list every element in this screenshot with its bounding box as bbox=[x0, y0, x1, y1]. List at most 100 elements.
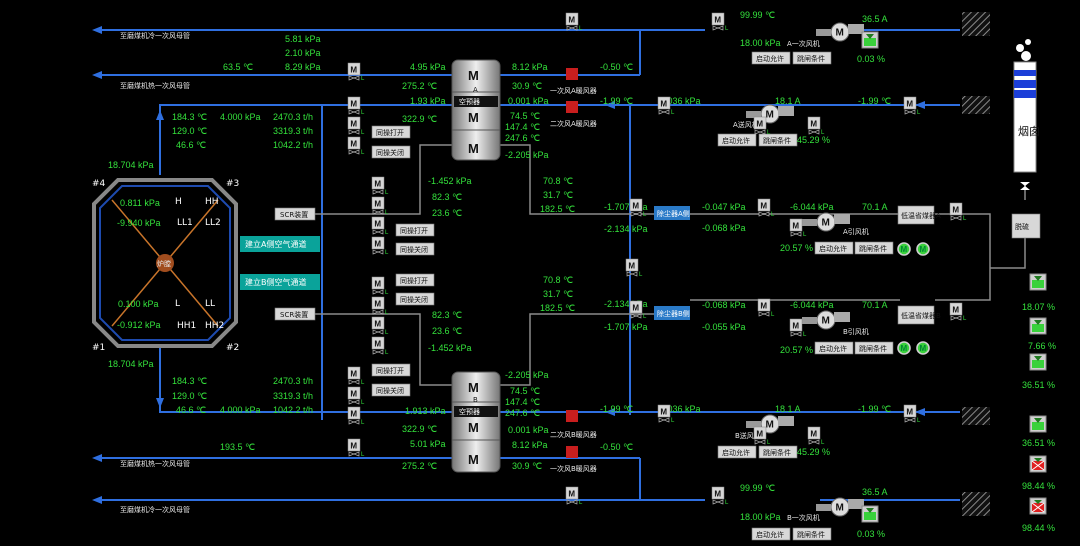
start-allow-button[interactable]: 启动允许 bbox=[751, 51, 791, 65]
value: -1.99 ℃ bbox=[858, 404, 891, 414]
aph-motor-label: M bbox=[468, 68, 479, 83]
start-allow-button[interactable]: 启动允许 bbox=[717, 133, 757, 147]
value: 0.03 % bbox=[857, 54, 885, 64]
svg-text:建立A侧空气通道: 建立A侧空气通道 bbox=[245, 239, 306, 249]
status-ok-icon[interactable] bbox=[1029, 415, 1047, 433]
svg-text:跳闸条件: 跳闸条件 bbox=[859, 244, 887, 253]
value: 7.66 % bbox=[1028, 341, 1056, 351]
aph-name: 空预器 bbox=[459, 97, 480, 106]
value: 82.3 ℃ bbox=[432, 192, 462, 202]
start-allow-button[interactable]: 启动允许 bbox=[814, 241, 854, 255]
value: 1042.2 t/h bbox=[273, 140, 313, 150]
value: 2470.3 t/h bbox=[273, 112, 313, 122]
chimney-label: 烟囱 bbox=[1018, 124, 1040, 138]
level-label: HH bbox=[205, 197, 219, 207]
scr-b-button[interactable]: SCR装置 bbox=[274, 307, 316, 321]
value: 8.12 kPa bbox=[512, 62, 548, 72]
gate-open-button[interactable]: 同操打开 bbox=[395, 223, 435, 237]
svg-text:同操打开: 同操打开 bbox=[400, 276, 428, 285]
valve-m-icon[interactable] bbox=[347, 12, 968, 507]
level-label: HH2 bbox=[205, 321, 224, 331]
motor-status-icon[interactable] bbox=[897, 341, 911, 355]
gate-close-button[interactable]: 同操关闭 bbox=[371, 145, 411, 159]
gate-close-button[interactable]: 同操关闭 bbox=[395, 292, 435, 306]
svg-text:同操关闭: 同操关闭 bbox=[400, 295, 428, 304]
svg-text:启动允许: 启动允许 bbox=[819, 344, 847, 353]
value: 30.9 ℃ bbox=[512, 81, 542, 91]
trip-condition-button[interactable]: 跳闸条件 bbox=[792, 51, 832, 65]
desulfurization-button[interactable]: 脱硫 bbox=[1011, 213, 1041, 239]
low-temp-economizer-b[interactable]: 低温省煤器B bbox=[897, 305, 941, 325]
value: 322.9 ℃ bbox=[402, 114, 437, 124]
line-label-a-cold: 至磨煤机冷一次风母管 bbox=[120, 31, 190, 40]
status-ok-icon[interactable] bbox=[861, 505, 879, 523]
heater-icon[interactable] bbox=[566, 68, 578, 80]
value: -0.068 kPa bbox=[702, 223, 746, 233]
low-temp-economizer-a[interactable]: 低温省煤器A bbox=[897, 205, 941, 225]
status-ok-icon[interactable] bbox=[1029, 273, 1047, 291]
svg-text:低温省煤器B: 低温省煤器B bbox=[901, 311, 941, 320]
heater-icon[interactable] bbox=[566, 410, 578, 422]
status-ok-icon[interactable] bbox=[1029, 353, 1047, 371]
trip-condition-button[interactable]: 跳闸条件 bbox=[758, 133, 798, 147]
gate-open-button[interactable]: 同操打开 bbox=[395, 273, 435, 287]
value: 99.99 ℃ bbox=[740, 10, 775, 20]
fan-icon[interactable] bbox=[801, 310, 851, 330]
motor-status-icon[interactable] bbox=[916, 242, 930, 256]
svg-text:同操关闭: 同操关闭 bbox=[400, 245, 428, 254]
value: 30.9 ℃ bbox=[512, 461, 542, 471]
svg-text:同操打开: 同操打开 bbox=[376, 366, 404, 375]
motor-status-icon[interactable] bbox=[897, 242, 911, 256]
start-allow-button[interactable]: 启动允许 bbox=[751, 527, 791, 541]
build-a-channel-button[interactable]: 建立A侧空气通道 bbox=[240, 236, 320, 252]
trip-condition-button[interactable]: 跳闸条件 bbox=[854, 341, 894, 355]
motor-status-icon[interactable] bbox=[916, 341, 930, 355]
svg-text:跳闸条件: 跳闸条件 bbox=[859, 344, 887, 353]
start-allow-button[interactable]: 启动允许 bbox=[717, 445, 757, 459]
value: 70.1 A bbox=[862, 300, 888, 310]
hatched-wall-icon bbox=[962, 12, 990, 516]
aph-motor-label: M bbox=[468, 141, 479, 156]
status-fault-icon[interactable] bbox=[1029, 497, 1047, 515]
value: 182.5 ℃ bbox=[540, 204, 575, 214]
scada-canvas: M L M M bbox=[92, 10, 1056, 541]
level-label: LL2 bbox=[205, 218, 221, 228]
trip-condition-button[interactable]: 跳闸条件 bbox=[854, 241, 894, 255]
gate-close-button[interactable]: 同操关闭 bbox=[371, 383, 411, 397]
start-allow-button[interactable]: 启动允许 bbox=[814, 341, 854, 355]
trip-condition-button[interactable]: 跳闸条件 bbox=[792, 527, 832, 541]
value: -0.50 ℃ bbox=[600, 442, 633, 452]
value: 20.57 % bbox=[780, 243, 813, 253]
value: 3319.3 t/h bbox=[273, 391, 313, 401]
value: -1.99 ℃ bbox=[600, 404, 633, 414]
value: 5.81 kPa bbox=[285, 34, 321, 44]
gate-close-button[interactable]: 同操关闭 bbox=[395, 242, 435, 256]
esp-b-button[interactable]: 除尘器B侧 bbox=[654, 306, 690, 320]
heater-label: 一次风A暖风器 bbox=[550, 86, 597, 95]
scr-a-button[interactable]: SCR装置 bbox=[274, 207, 316, 221]
status-fault-icon[interactable] bbox=[1029, 455, 1047, 473]
svg-text:跳闸条件: 跳闸条件 bbox=[763, 136, 791, 145]
trip-condition-button[interactable]: 跳闸条件 bbox=[758, 445, 798, 459]
heater-icon[interactable] bbox=[566, 101, 578, 113]
svg-text:同操打开: 同操打开 bbox=[376, 128, 404, 137]
fan-label: A一次风机 bbox=[787, 39, 820, 48]
build-b-channel-button[interactable]: 建立B侧空气通道 bbox=[240, 274, 320, 290]
heater-icon[interactable] bbox=[566, 446, 578, 458]
value: 45.29 % bbox=[797, 447, 830, 457]
line-label-b-hot: 至磨煤机热一次风母管 bbox=[120, 459, 190, 468]
value: 1042.2 t/h bbox=[273, 405, 313, 415]
gate-open-button[interactable]: 同操打开 bbox=[371, 125, 411, 139]
svg-text:低温省煤器A: 低温省煤器A bbox=[901, 211, 941, 220]
value: -0.912 kPa bbox=[117, 320, 161, 330]
level-label: LL1 bbox=[177, 218, 193, 228]
status-ok-icon[interactable] bbox=[1029, 317, 1047, 335]
fan-icon[interactable] bbox=[815, 22, 865, 42]
value: -1.99 ℃ bbox=[600, 96, 633, 106]
svg-text:跳闸条件: 跳闸条件 bbox=[797, 530, 825, 539]
esp-a-button[interactable]: 除尘器A侧 bbox=[654, 206, 690, 220]
svg-text:启动允许: 启动允许 bbox=[722, 136, 750, 145]
gate-open-button[interactable]: 同操打开 bbox=[371, 363, 411, 377]
fan-icon[interactable] bbox=[745, 414, 795, 434]
status-ok-icon[interactable] bbox=[861, 31, 879, 49]
